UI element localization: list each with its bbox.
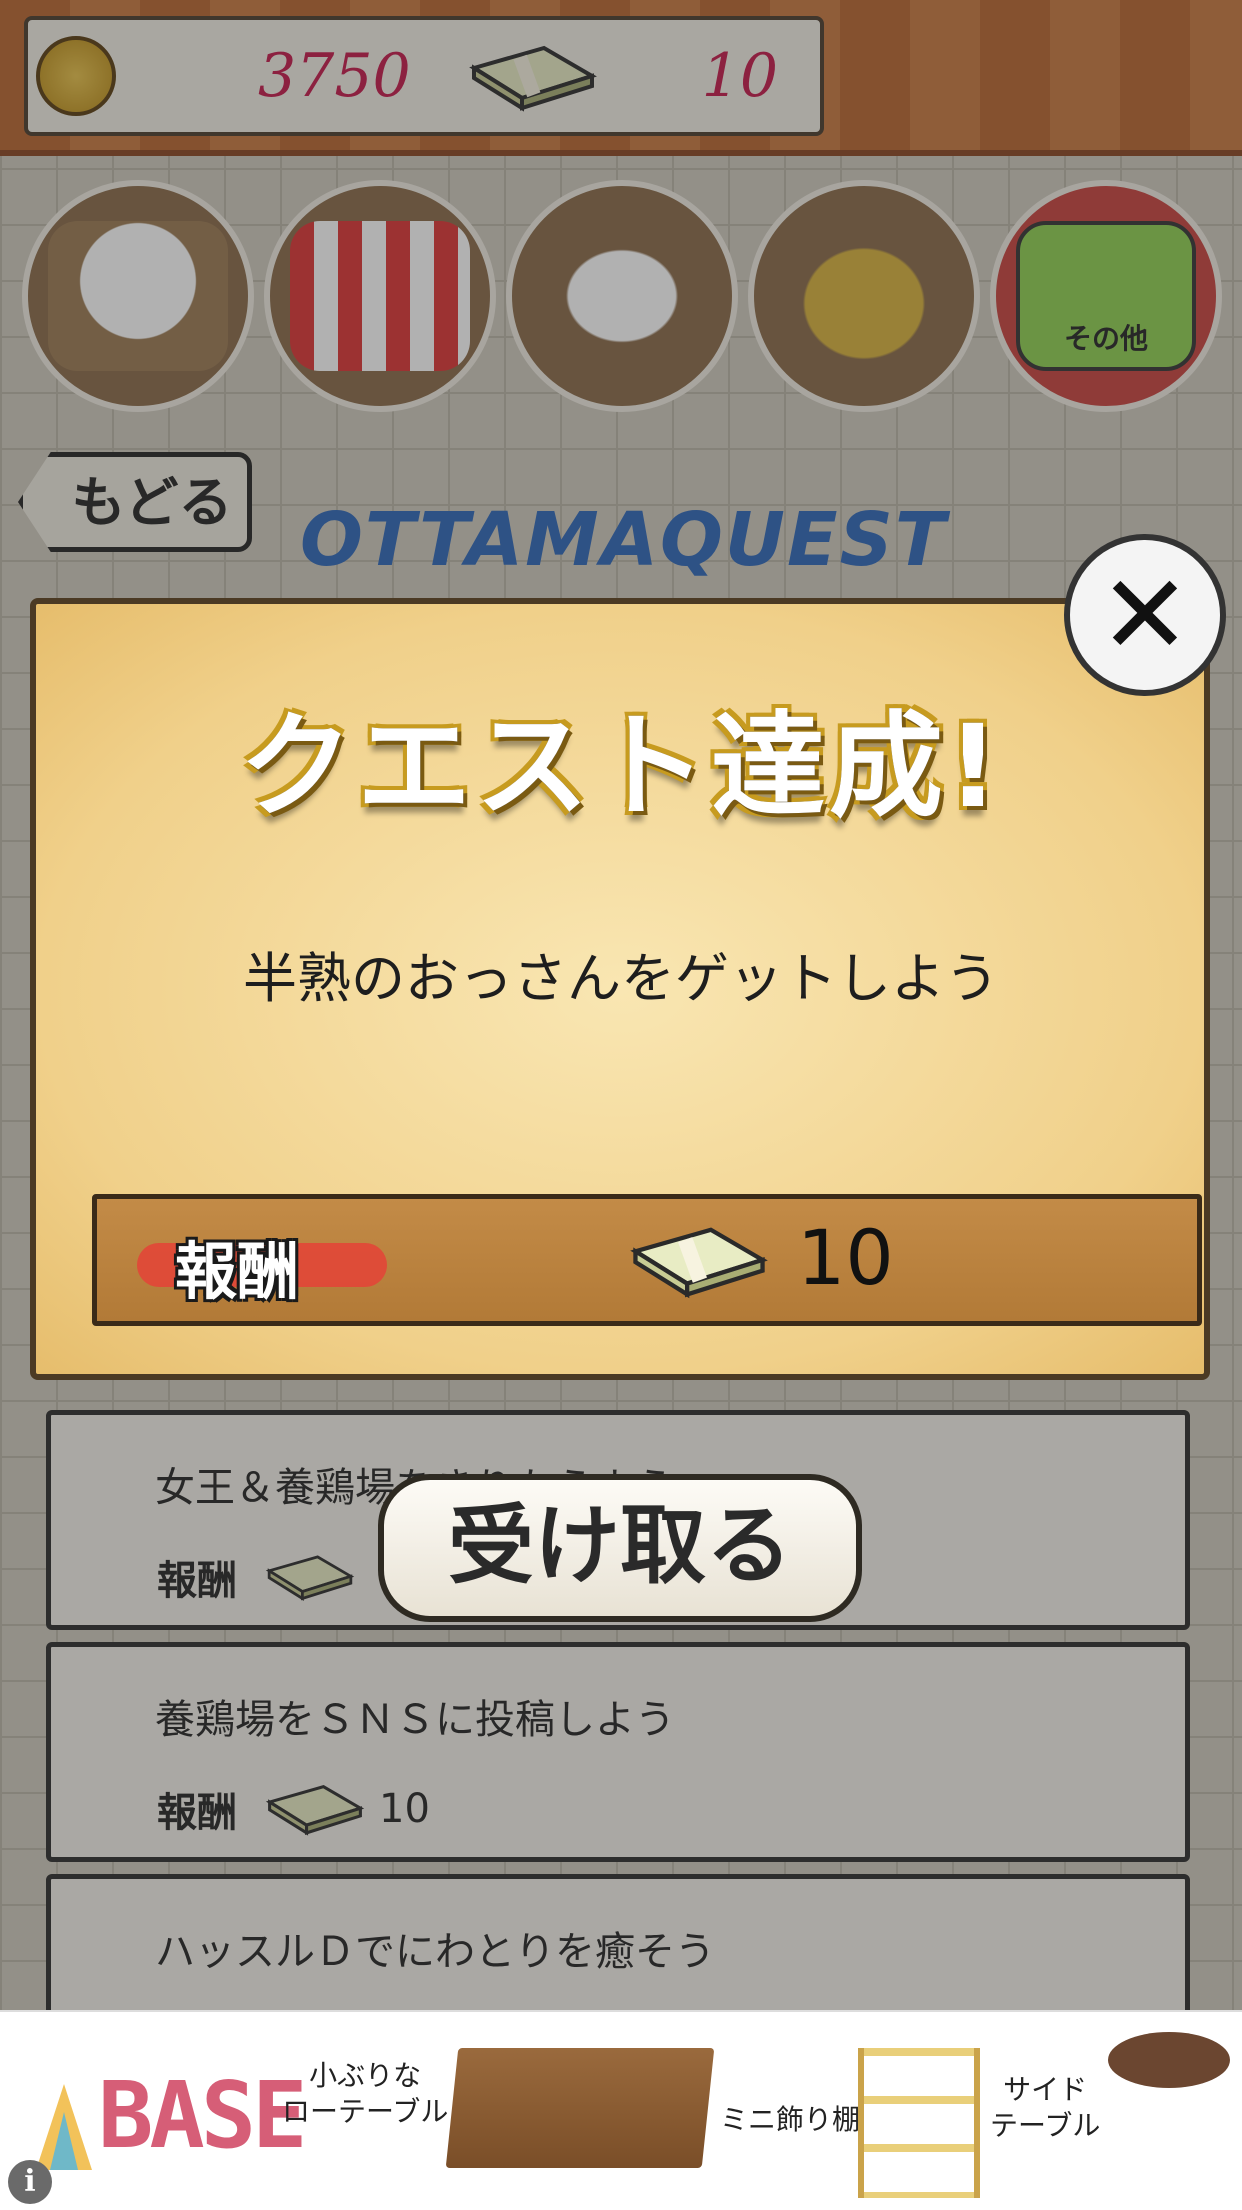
tent-icon <box>36 2084 92 2170</box>
ad-logo: BASE <box>98 2062 308 2169</box>
dialog-quest-text: 半熟のおっさんをゲットしよう <box>243 947 999 1010</box>
money-icon <box>630 1227 768 1299</box>
shelf-image <box>858 2048 980 2198</box>
receive-button[interactable]: 受け取る <box>378 1474 862 1622</box>
quest-complete-dialog: クエスト達成! 半熟のおっさんをゲットしよう 報酬 10 <box>30 598 1210 1380</box>
side-table-image <box>1108 2032 1230 2088</box>
info-icon[interactable]: i <box>8 2160 52 2204</box>
close-button[interactable]: ✕ <box>1064 534 1226 696</box>
ad-banner[interactable]: BASE 小ぶりな ローテーブル ミニ飾り棚 サイド テーブル <box>0 2010 1242 2210</box>
reward-value: 10 <box>797 1213 894 1302</box>
close-icon: ✕ <box>1098 551 1192 679</box>
table-image <box>445 2048 715 2168</box>
ad-caption: ミニ飾り棚 <box>720 2103 861 2136</box>
reward-label: 報酬 <box>175 1235 300 1308</box>
dialog-title: クエスト達成! <box>239 700 1003 833</box>
ad-caption: サイド テーブル <box>990 2073 1101 2142</box>
ad-caption: 小ぶりな ローテーブル <box>282 2059 449 2128</box>
reward-bar: 報酬 10 <box>92 1194 1202 1326</box>
